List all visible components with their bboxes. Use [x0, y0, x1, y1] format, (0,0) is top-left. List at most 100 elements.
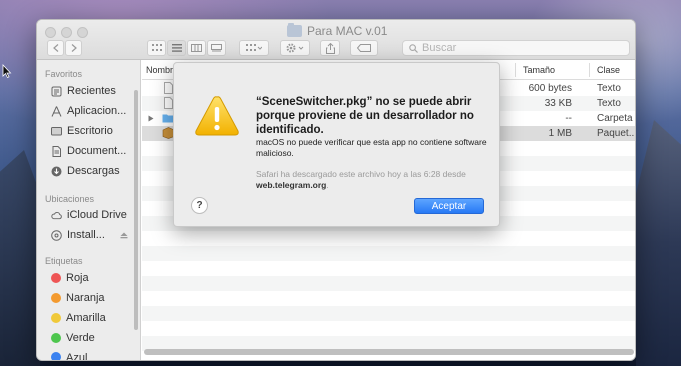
share-button[interactable] [320, 40, 340, 56]
documents-icon [52, 145, 61, 157]
accept-button[interactable]: Aceptar [414, 198, 484, 214]
sidebar-item-label: Descargas [67, 165, 120, 177]
edit-tags-button[interactable] [350, 40, 378, 56]
sidebar-item-label: Escritorio [67, 125, 113, 137]
row-kind: Texto [597, 83, 621, 94]
sidebar-item-label: Aplicacion... [67, 105, 127, 117]
sidebar-tag-yellow[interactable]: Amarilla [51, 309, 137, 327]
download-source: web.telegram.org [256, 180, 327, 190]
window-title: Para MAC v.01 [287, 23, 387, 39]
sidebar-item-downloads[interactable]: Descargas [51, 162, 137, 180]
desktop-icon [51, 126, 62, 135]
sidebar-item-label: Document... [67, 145, 127, 157]
share-icon [325, 42, 335, 54]
grid-view-icon [151, 44, 162, 51]
sidebar-tag-orange[interactable]: Naranja [51, 289, 137, 307]
locations-heading: Ubicaciones [45, 194, 95, 204]
window-titlebar: Para MAC v.01 [37, 20, 635, 60]
group-icon [246, 44, 262, 51]
gear-icon [286, 43, 304, 53]
row-kind: Carpeta [597, 113, 633, 124]
warning-icon [195, 96, 239, 136]
sidebar-item-label: Amarilla [66, 312, 106, 324]
tags-heading: Etiquetas [45, 256, 83, 266]
search-input[interactable] [422, 42, 602, 54]
cloud-icon [51, 211, 62, 219]
sidebar-item-label: Naranja [66, 292, 105, 304]
alert-message: macOS no puede verificar que esta app no… [256, 137, 487, 158]
downloads-icon [51, 166, 62, 176]
alert-title: “SceneSwitcher.pkg” no se puede abrir po… [256, 96, 474, 136]
empty-row [142, 246, 635, 261]
row-size: -- [565, 113, 572, 124]
alert-download-note: Safari ha descargado este archivo hoy a … [256, 169, 488, 191]
green-tag-dot-icon [51, 333, 61, 343]
chevron-right-icon [71, 44, 77, 52]
empty-row [142, 306, 635, 321]
red-tag-dot-icon [51, 273, 61, 283]
window-title-text: Para MAC v.01 [307, 24, 388, 38]
column-header-kind[interactable]: Clase [597, 65, 620, 75]
view-list-button[interactable] [167, 40, 186, 56]
gallery-view-icon [211, 44, 222, 52]
wallpaper-mountain-left [0, 150, 40, 366]
yellow-tag-dot-icon [51, 313, 61, 323]
text-file-icon [164, 97, 173, 112]
column-header-size[interactable]: Tamaño [523, 65, 555, 75]
column-separator [515, 63, 516, 77]
orange-tag-dot-icon [51, 293, 61, 303]
sidebar-item-recents[interactable]: Recientes [51, 82, 137, 100]
disk-icon [51, 229, 62, 241]
sidebar-item-applications[interactable]: Aplicacion... [51, 102, 137, 120]
unidentified-developer-alert: “SceneSwitcher.pkg” no se puede abrir po… [173, 62, 500, 227]
sidebar-item-icloud-drive[interactable]: iCloud Drive [51, 206, 137, 224]
row-size: 33 KB [544, 98, 572, 109]
forward-button[interactable] [65, 40, 82, 56]
columns-view-icon [191, 44, 202, 52]
text-file-icon [164, 82, 173, 97]
recents-icon [51, 86, 62, 96]
applications-icon [51, 105, 62, 117]
sidebar-item-label: Recientes [67, 85, 116, 97]
sidebar-item-installer-disk[interactable]: Install... [51, 226, 137, 244]
eject-icon[interactable] [120, 232, 128, 239]
disclosure-triangle-icon[interactable] [148, 114, 154, 125]
minimize-window-button[interactable] [61, 27, 72, 38]
horizontal-scrollbar[interactable] [144, 349, 634, 355]
view-icons-button[interactable] [147, 40, 166, 56]
search-field[interactable] [402, 40, 630, 56]
empty-row [142, 276, 635, 291]
sidebar-item-documents[interactable]: Document... [51, 142, 137, 160]
zoom-window-button[interactable] [77, 27, 88, 38]
sidebar-item-desktop[interactable]: Escritorio [51, 122, 137, 140]
back-button[interactable] [47, 40, 64, 56]
help-button[interactable]: ? [191, 197, 208, 214]
row-kind: Paquet... [597, 128, 636, 139]
sidebar: Favoritos Recientes Aplicacion... Escrit… [37, 60, 141, 361]
sidebar-tag-green[interactable]: Verde [51, 329, 137, 347]
download-note-text: Safari ha descargado este archivo hoy a … [256, 169, 466, 179]
column-separator [589, 63, 590, 77]
sidebar-tag-red[interactable]: Roja [51, 269, 137, 287]
sidebar-tag-blue[interactable]: Azul [51, 349, 137, 361]
favorites-heading: Favoritos [45, 69, 83, 79]
row-size: 1 MB [548, 128, 572, 139]
list-view-icon [171, 44, 182, 52]
row-kind: Texto [597, 98, 621, 109]
close-window-button[interactable] [45, 27, 56, 38]
view-gallery-button[interactable] [207, 40, 226, 56]
sidebar-item-label: Azul [66, 352, 88, 361]
search-icon [409, 43, 418, 53]
download-note-suffix: . [326, 180, 329, 190]
folder-icon [287, 23, 302, 37]
mouse-cursor-icon [2, 64, 12, 78]
chevron-left-icon [52, 44, 58, 52]
sidebar-scrollbar[interactable] [134, 90, 138, 330]
tag-icon [357, 44, 371, 52]
sidebar-item-label: iCloud Drive [67, 209, 127, 221]
blue-tag-dot-icon [51, 352, 61, 360]
group-by-button[interactable] [239, 40, 269, 56]
action-menu-button[interactable] [280, 40, 310, 56]
view-columns-button[interactable] [187, 40, 206, 56]
row-size: 600 bytes [528, 83, 572, 94]
